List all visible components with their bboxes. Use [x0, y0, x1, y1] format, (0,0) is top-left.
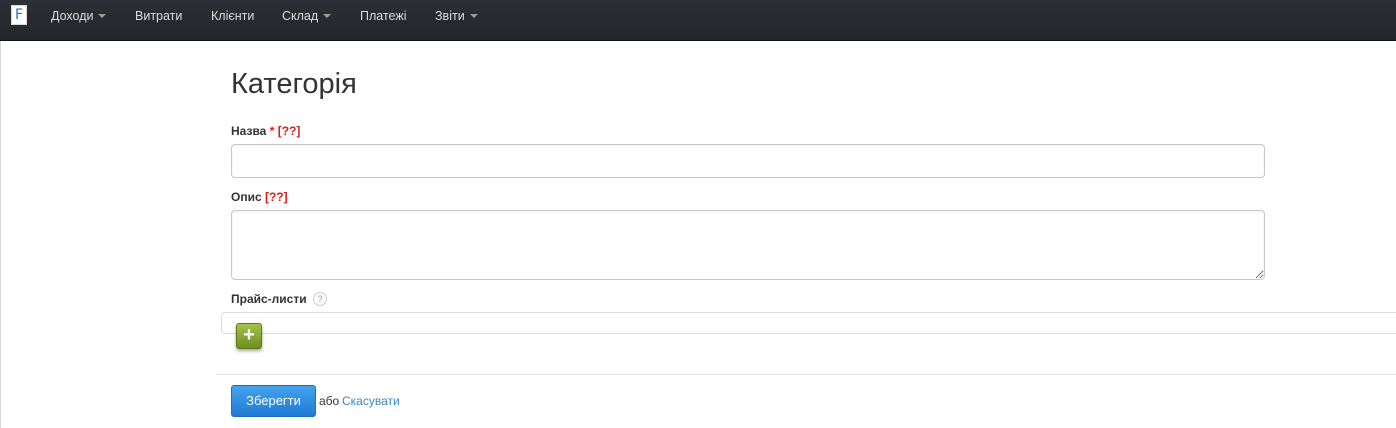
help-icon[interactable]: ?	[312, 291, 327, 306]
nav-item-label: Клієнти	[211, 9, 255, 23]
price-lists-label-text: Прайс-листи	[231, 292, 307, 306]
description-hint: [??]	[264, 190, 288, 204]
plus-icon: +	[243, 324, 255, 346]
nav-item-label: Платежі	[360, 9, 407, 23]
nav-item-label: Звіти	[435, 9, 465, 23]
caret-down-icon	[469, 13, 478, 18]
or-text: або	[319, 394, 340, 408]
nav-item-income[interactable]: Доходи	[51, 0, 107, 32]
nav-item-expenses[interactable]: Витрати	[135, 0, 182, 32]
description-label-text: Опис	[231, 190, 262, 204]
app-logo-icon[interactable]: F	[11, 5, 27, 25]
price-lists-label: Прайс-листи ?	[231, 291, 327, 307]
nav-item-warehouse[interactable]: Склад	[282, 0, 332, 32]
save-button[interactable]: Зберегти	[231, 385, 316, 417]
nav-item-label: Доходи	[51, 9, 94, 23]
name-field-label: Назва * [??]	[231, 123, 300, 139]
nav-item-clients[interactable]: Клієнти	[211, 0, 254, 32]
top-navbar: F Доходи Витрати Клієнти Склад Платежі З…	[0, 0, 1396, 41]
name-label-text: Назва	[231, 124, 267, 138]
nav-item-payments[interactable]: Платежі	[360, 0, 407, 32]
content-left-border	[0, 41, 1, 428]
price-lists-panel	[221, 312, 1396, 334]
nav-item-label: Склад	[282, 9, 319, 23]
required-marker: *	[269, 124, 275, 138]
nav-item-reports[interactable]: Звіти	[435, 0, 478, 32]
name-input[interactable]	[231, 144, 1265, 178]
nav-item-label: Витрати	[135, 9, 183, 23]
description-field-label: Опис [??]	[231, 189, 288, 205]
description-textarea[interactable]	[231, 210, 1265, 280]
name-hint: [??]	[277, 124, 301, 138]
page-title: Категорія	[231, 68, 357, 100]
add-price-list-button[interactable]: +	[236, 323, 262, 349]
cancel-link[interactable]: Скасувати	[342, 393, 400, 409]
caret-down-icon	[98, 13, 107, 18]
caret-down-icon	[323, 13, 332, 18]
form-actions-divider	[216, 374, 1396, 375]
